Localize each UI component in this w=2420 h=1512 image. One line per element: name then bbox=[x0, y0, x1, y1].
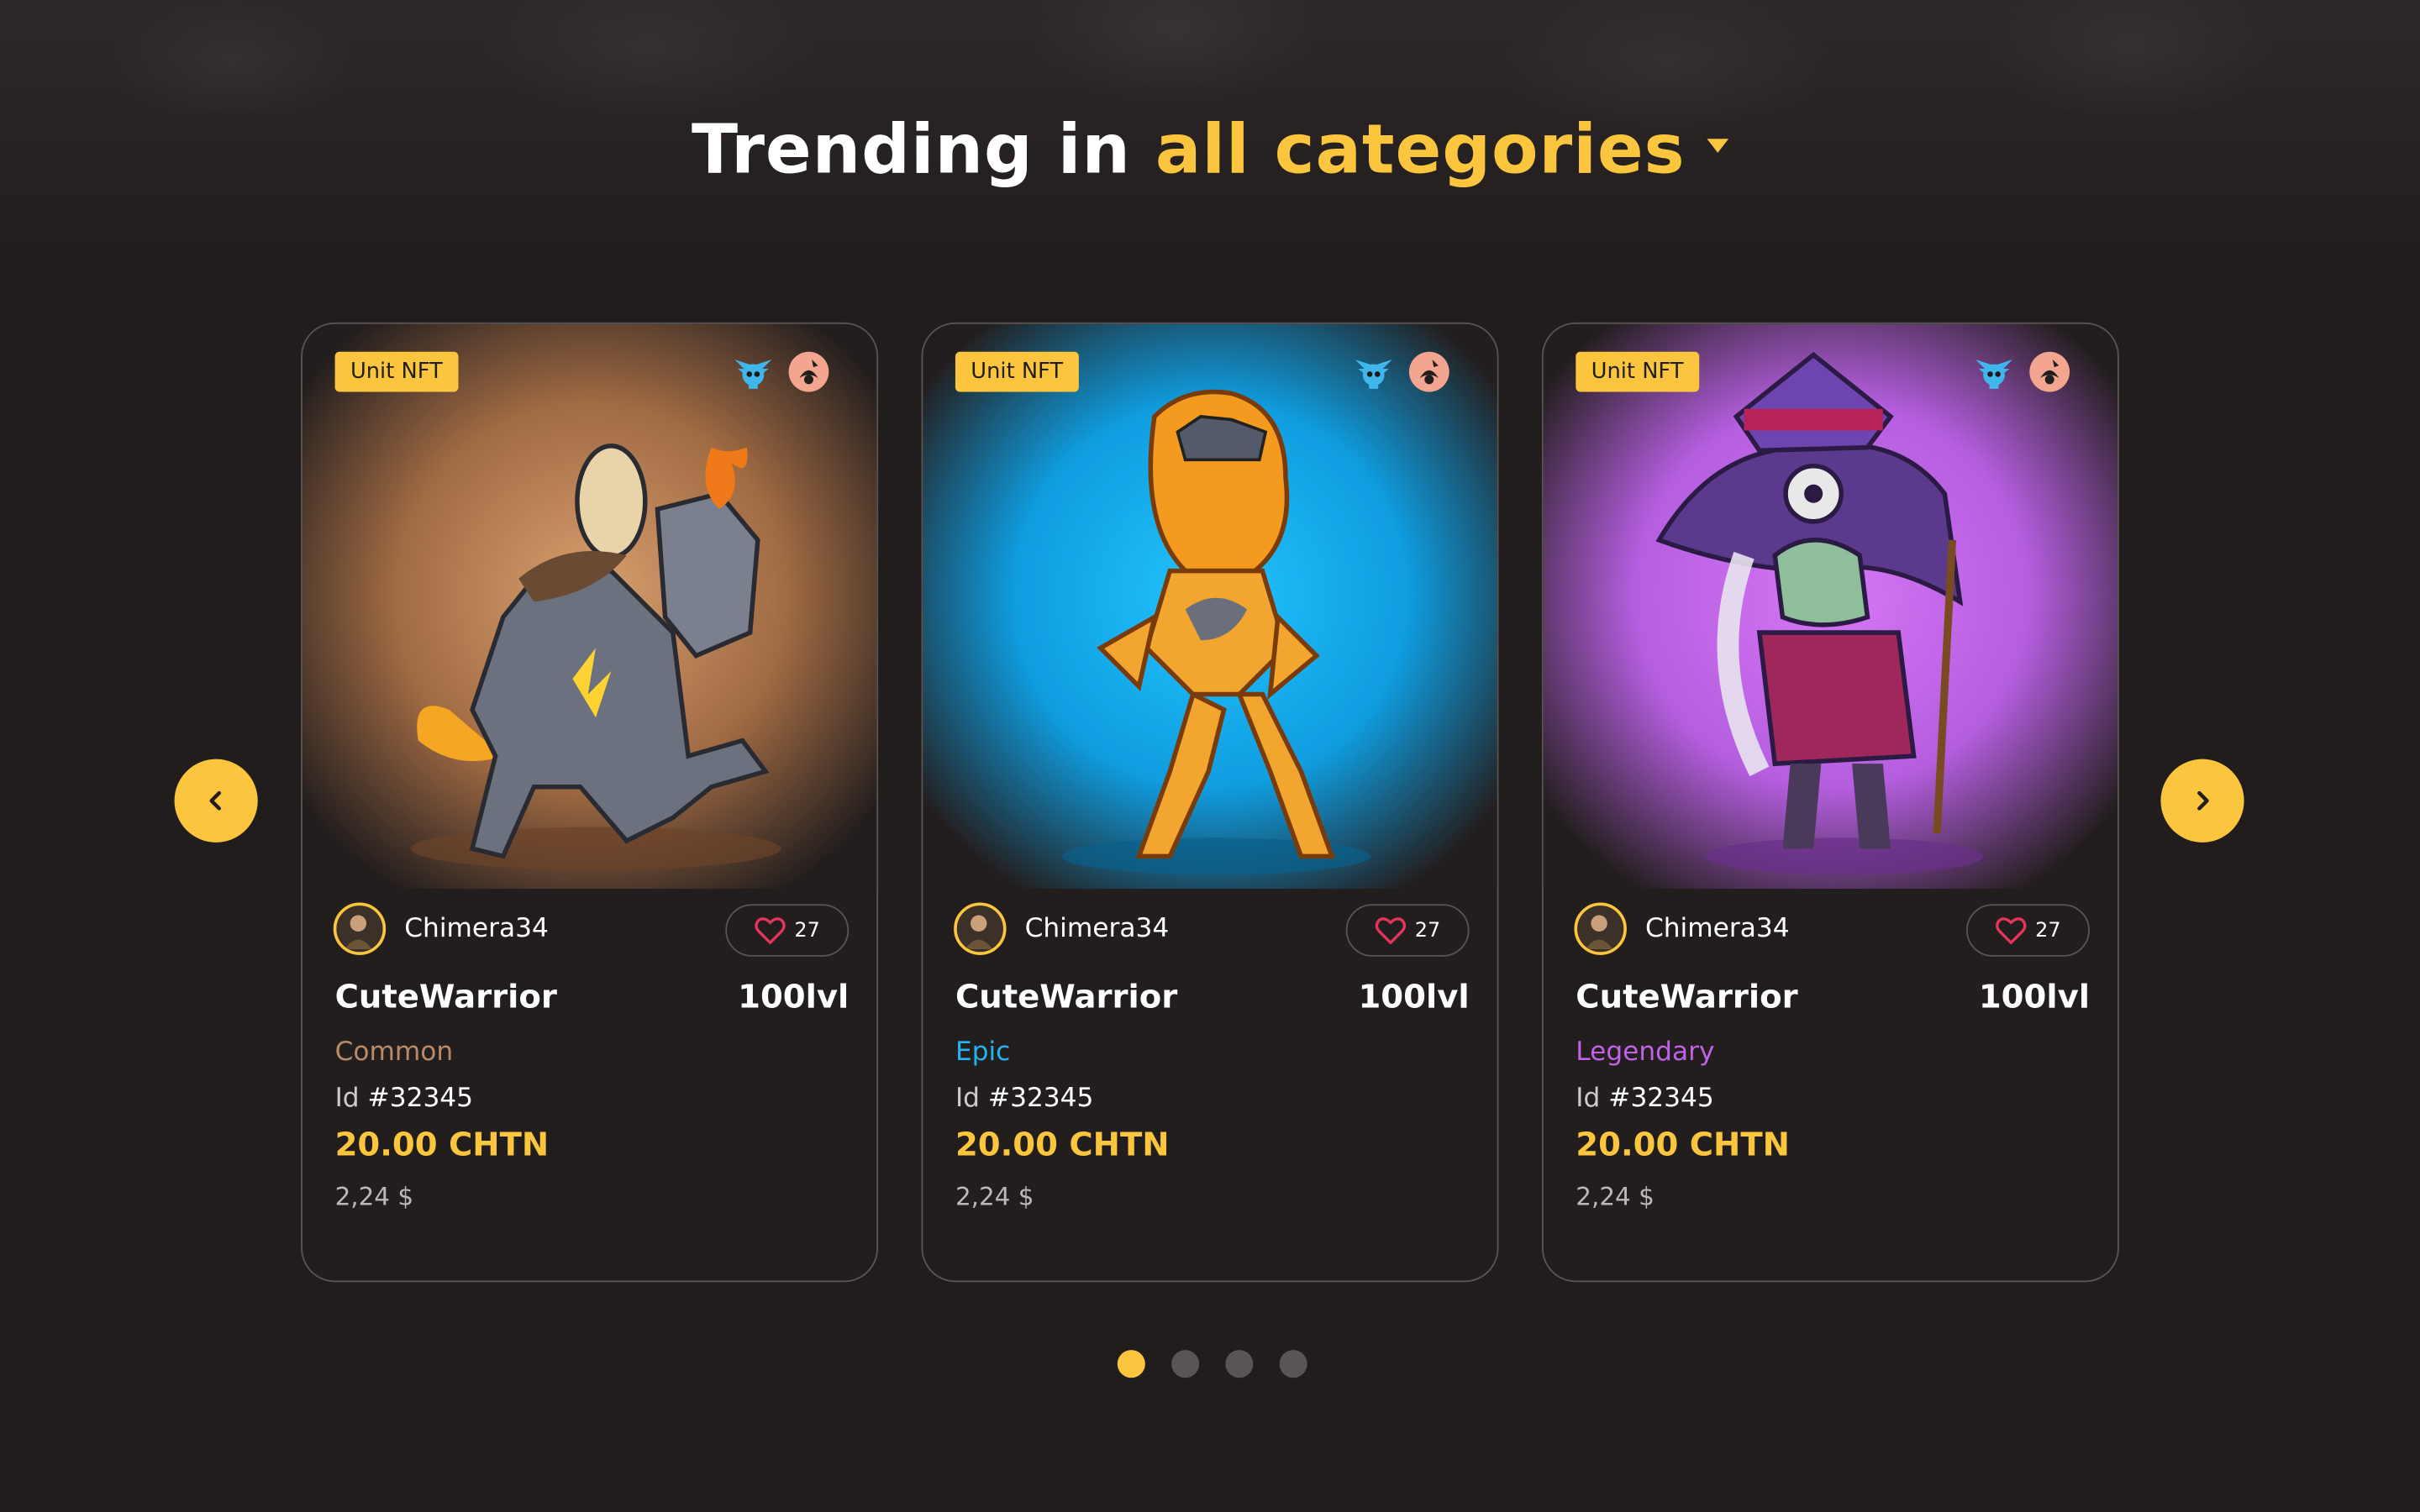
nft-level: 100lvl bbox=[1358, 978, 1470, 1016]
owner-info[interactable]: Chimera34 bbox=[954, 902, 1170, 955]
price-usd: 2,24 $ bbox=[955, 1181, 1034, 1211]
nft-id: Id #32345 bbox=[1576, 1083, 1713, 1114]
id-label: Id bbox=[955, 1083, 980, 1115]
avatar-portrait-image bbox=[1577, 906, 1624, 953]
id-value: #32345 bbox=[367, 1083, 474, 1115]
faction-icon bbox=[788, 351, 829, 392]
title-prefix: Trending in bbox=[691, 111, 1131, 190]
rarity-label: Common bbox=[334, 1037, 454, 1068]
skull-wings-icon bbox=[734, 359, 772, 389]
nft-card[interactable]: Unit NFT Chimera34 27 CuteWarrior 100lvl… bbox=[301, 322, 879, 1283]
nft-type-badge: Unit NFT bbox=[1576, 351, 1699, 392]
price-chtn: 20.00 CHTN bbox=[334, 1126, 550, 1163]
owner-info[interactable]: Chimera34 bbox=[333, 902, 549, 955]
nft-card[interactable]: Unit NFT Chimera34 27 CuteWarrior 100lvl… bbox=[1541, 322, 2119, 1283]
like-count: 27 bbox=[1414, 918, 1441, 942]
rarity-label: Epic bbox=[955, 1037, 1011, 1068]
id-label: Id bbox=[334, 1083, 360, 1115]
chevron-right-icon bbox=[2197, 790, 2209, 811]
avatar bbox=[1574, 902, 1627, 955]
pagination-dot-2[interactable] bbox=[1171, 1350, 1200, 1378]
skull-wings-icon bbox=[1355, 359, 1392, 389]
faction-icon bbox=[2029, 351, 2070, 392]
avatar-portrait-image bbox=[336, 906, 383, 953]
carousel-pagination bbox=[1117, 1350, 1307, 1378]
heart-icon bbox=[1375, 917, 1406, 945]
pagination-dot-3[interactable] bbox=[1225, 1350, 1254, 1378]
card-icons bbox=[732, 350, 831, 393]
skull-wings-icon bbox=[1975, 359, 2013, 389]
owner-info[interactable]: Chimera34 bbox=[1574, 902, 1790, 955]
price-chtn: 20.00 CHTN bbox=[955, 1126, 1170, 1163]
nft-artwork-image bbox=[1543, 323, 2118, 889]
owner-name: Chimera34 bbox=[1024, 913, 1170, 945]
avatar bbox=[333, 902, 387, 955]
chevron-left-icon bbox=[209, 790, 222, 811]
faction-icon bbox=[1408, 351, 1449, 392]
owner-name: Chimera34 bbox=[404, 913, 549, 945]
category-dropdown[interactable]: all categories bbox=[1155, 111, 1686, 190]
nft-type-badge: Unit NFT bbox=[955, 351, 1079, 392]
avatar bbox=[954, 902, 1007, 955]
rarity-label: Legendary bbox=[1576, 1037, 1715, 1068]
like-count: 27 bbox=[794, 918, 820, 942]
like-button[interactable]: 27 bbox=[1345, 904, 1470, 957]
like-button[interactable]: 27 bbox=[725, 904, 850, 957]
nft-id: Id #32345 bbox=[335, 1083, 473, 1114]
nft-level: 100lvl bbox=[738, 978, 850, 1016]
id-value: #32345 bbox=[1608, 1083, 1714, 1115]
trending-section: Trending in all categories Unit NFT Chim… bbox=[0, 0, 2420, 1512]
nft-card[interactable]: Unit NFT Chimera34 27 CuteWarrior 100lvl… bbox=[921, 322, 1499, 1283]
nft-level: 100lvl bbox=[1978, 978, 2090, 1016]
nft-artwork-image bbox=[302, 323, 877, 889]
nft-name: CuteWarrior bbox=[955, 978, 1178, 1016]
avatar-portrait-image bbox=[956, 906, 1003, 953]
nft-name: CuteWarrior bbox=[334, 978, 557, 1016]
heart-icon bbox=[1995, 917, 2026, 945]
caret-down-icon[interactable] bbox=[1707, 138, 1728, 152]
card-icons bbox=[1352, 350, 1451, 393]
card-icons bbox=[1972, 350, 2071, 393]
like-count: 27 bbox=[2035, 918, 2061, 942]
owner-name: Chimera34 bbox=[1644, 913, 1790, 945]
nft-artwork-image bbox=[923, 323, 1497, 889]
heart-icon bbox=[754, 917, 786, 945]
pagination-dot-1[interactable] bbox=[1117, 1350, 1145, 1378]
like-button[interactable]: 27 bbox=[1966, 904, 2090, 957]
price-chtn: 20.00 CHTN bbox=[1576, 1126, 1790, 1163]
nft-type-badge: Unit NFT bbox=[334, 351, 459, 392]
carousel-next-button[interactable] bbox=[2160, 759, 2244, 843]
carousel-prev-button[interactable] bbox=[174, 759, 258, 843]
section-title: Trending in all categories bbox=[0, 111, 2420, 190]
nft-id: Id #32345 bbox=[955, 1083, 1093, 1114]
id-value: #32345 bbox=[987, 1083, 1094, 1115]
price-usd: 2,24 $ bbox=[1576, 1181, 1655, 1211]
nft-name: CuteWarrior bbox=[1576, 978, 1798, 1016]
pagination-dot-4[interactable] bbox=[1279, 1350, 1307, 1378]
id-label: Id bbox=[1576, 1083, 1601, 1115]
price-usd: 2,24 $ bbox=[334, 1181, 414, 1211]
